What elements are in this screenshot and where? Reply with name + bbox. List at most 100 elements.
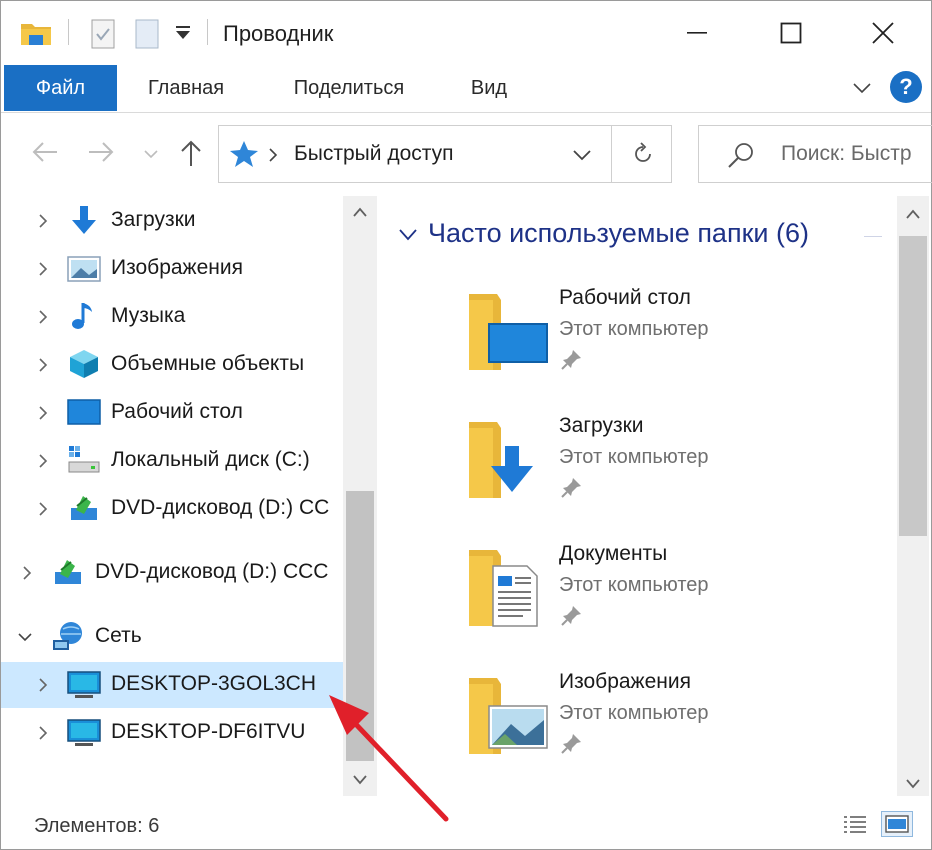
- customize-dropdown-icon[interactable]: [173, 25, 193, 46]
- desktop-folder-icon: [469, 294, 548, 370]
- tile-documents[interactable]: Документы Этот компьютер: [461, 542, 901, 642]
- downloads-icon: [72, 206, 96, 234]
- scroll-up-icon[interactable]: [905, 208, 921, 220]
- pin-icon[interactable]: [561, 604, 583, 626]
- dvd-drive-icon: [71, 496, 97, 520]
- folder-icon[interactable]: [19, 18, 53, 53]
- back-arrow-icon[interactable]: [31, 139, 59, 170]
- group-collapse-icon[interactable]: [398, 228, 418, 242]
- properties-icon[interactable]: [89, 18, 117, 55]
- maximize-button[interactable]: [761, 11, 821, 55]
- expand-chevron-icon[interactable]: [35, 309, 51, 325]
- tile-downloads[interactable]: Загрузки Этот компьютер: [461, 414, 901, 514]
- tile-pictures[interactable]: Изображения Этот компьютер: [461, 670, 901, 770]
- nav-item-desktop[interactable]: Рабочий стол: [1, 390, 343, 436]
- nav-item-local-disk[interactable]: Локальный диск (C:): [1, 438, 343, 484]
- expand-chevron-icon[interactable]: [19, 565, 35, 581]
- nav-label: Объемные объекты: [111, 352, 305, 375]
- address-divider: [611, 126, 612, 182]
- address-bar[interactable]: Быстрый доступ: [218, 125, 672, 183]
- group-header[interactable]: Часто используемые папки (6): [428, 218, 809, 249]
- search-box[interactable]: Поиск: Быстр: [698, 125, 932, 183]
- window-title: Проводник: [223, 21, 334, 46]
- annotation-arrow: [329, 695, 449, 822]
- dvd-drive-icon: [55, 560, 81, 584]
- expand-chevron-icon[interactable]: [35, 453, 51, 469]
- expand-chevron-icon[interactable]: [35, 501, 51, 517]
- tab-home[interactable]: Главная: [131, 65, 241, 111]
- help-button[interactable]: ?: [890, 71, 922, 103]
- nav-label: Сеть: [95, 624, 142, 647]
- nav-label: DESKTOP-DF6ITVU: [111, 720, 306, 743]
- tile-location: Этот компьютер: [559, 702, 709, 724]
- close-icon: [872, 22, 894, 44]
- tile-location: Этот компьютер: [559, 318, 709, 340]
- large-icons-view-button[interactable]: [881, 811, 913, 837]
- nav-label: DVD-дисковод (D:) CCC: [95, 560, 329, 583]
- expand-chevron-icon[interactable]: [35, 357, 51, 373]
- large-icons-view-icon: [885, 815, 909, 833]
- tile-location: Этот компьютер: [559, 574, 709, 596]
- search-input[interactable]: Поиск: Быстр: [781, 142, 912, 166]
- nav-label: Локальный диск (C:): [111, 448, 310, 471]
- expand-chevron-icon[interactable]: [35, 725, 51, 741]
- toolbar-separator: [68, 19, 69, 45]
- nav-item-desktop-df6itvu[interactable]: DESKTOP-DF6ITVU: [1, 710, 343, 756]
- ribbon-tabs: Файл Главная Поделиться Вид ?: [1, 65, 931, 113]
- pin-icon[interactable]: [561, 732, 583, 754]
- expand-chevron-icon[interactable]: [35, 677, 51, 693]
- navigation-bar: Быстрый доступ Поиск: Быстр: [1, 113, 932, 193]
- breadcrumb-chevron-icon[interactable]: [267, 147, 279, 168]
- breadcrumb-quick-access[interactable]: Быстрый доступ: [294, 142, 454, 166]
- expand-ribbon-icon[interactable]: [851, 77, 873, 104]
- tab-view[interactable]: Вид: [457, 65, 521, 111]
- tab-share[interactable]: Поделиться: [279, 65, 419, 111]
- nav-label: Загрузки: [111, 208, 196, 231]
- tile-title: Загрузки: [559, 414, 644, 437]
- tile-desktop[interactable]: Рабочий стол Этот компьютер: [461, 286, 901, 386]
- tile-title: Документы: [559, 542, 668, 565]
- computer-icon: [67, 719, 101, 746]
- nav-item-dvd-drive-root[interactable]: DVD-дисковод (D:) CCC: [1, 550, 343, 596]
- content-scrollbar[interactable]: [897, 196, 929, 796]
- nav-item-dvd-drive[interactable]: DVD-дисковод (D:) CC: [1, 486, 343, 532]
- nav-item-downloads[interactable]: Загрузки: [1, 198, 343, 244]
- content-scroll-thumb[interactable]: [899, 236, 927, 536]
- tab-file[interactable]: Файл: [4, 65, 117, 111]
- 3d-objects-icon: [70, 350, 98, 378]
- nav-label: Изображения: [111, 256, 243, 279]
- scroll-down-icon[interactable]: [905, 778, 921, 790]
- pictures-icon: [67, 256, 101, 282]
- collapse-chevron-icon[interactable]: [17, 629, 33, 645]
- nav-label: DVD-дисковод (D:) CC: [111, 496, 330, 519]
- nav-label: Рабочий стол: [111, 400, 243, 423]
- expand-chevron-icon[interactable]: [35, 213, 51, 229]
- pin-icon[interactable]: [561, 348, 583, 370]
- items-count: Элементов: 6: [34, 815, 160, 837]
- refresh-icon[interactable]: [631, 142, 655, 171]
- nav-label: DESKTOP-3GOL3CH: [111, 672, 317, 695]
- maximize-icon: [780, 22, 802, 44]
- expand-chevron-icon[interactable]: [35, 405, 51, 421]
- address-dropdown-icon[interactable]: [571, 148, 593, 167]
- expand-chevron-icon[interactable]: [35, 261, 51, 277]
- search-icon: [727, 142, 755, 173]
- minimize-button[interactable]: [667, 11, 727, 55]
- title-bar: Проводник: [1, 1, 931, 65]
- computer-icon: [67, 671, 101, 698]
- details-view-button[interactable]: [839, 811, 871, 837]
- close-button[interactable]: [853, 11, 913, 55]
- nav-label: Музыка: [111, 304, 186, 327]
- nav-item-3d-objects[interactable]: Объемные объекты: [1, 342, 343, 388]
- up-arrow-icon[interactable]: [177, 139, 205, 172]
- pin-icon[interactable]: [561, 476, 583, 498]
- nav-item-music[interactable]: Музыка: [1, 294, 343, 340]
- forward-arrow-icon[interactable]: [87, 139, 115, 170]
- nav-item-network[interactable]: Сеть: [1, 614, 343, 660]
- nav-item-desktop-3gol3ch[interactable]: DESKTOP-3GOL3CH: [1, 662, 343, 708]
- new-folder-icon[interactable]: [133, 18, 161, 55]
- recent-locations-icon[interactable]: [143, 147, 159, 165]
- nav-item-pictures[interactable]: Изображения: [1, 246, 343, 292]
- downloads-folder-icon: [469, 422, 533, 498]
- scroll-up-icon[interactable]: [352, 206, 368, 218]
